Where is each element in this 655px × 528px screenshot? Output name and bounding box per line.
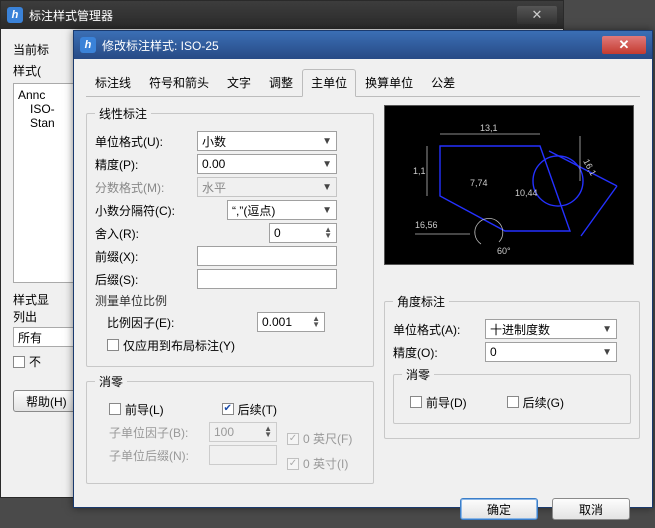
tab-symbols[interactable]: 符号和箭头 [140, 69, 218, 97]
zero-legend: 消零 [95, 373, 127, 390]
scale-spin[interactable]: 0.001 ▲▼ [257, 312, 325, 332]
sub-suffix-label: 子单位后缀(N): [95, 447, 203, 464]
tab-fit[interactable]: 调整 [260, 69, 302, 97]
ok-button[interactable]: 确定 [460, 498, 538, 520]
svg-text:1,1: 1,1 [413, 166, 426, 176]
spin-buttons[interactable]: ▲▼ [312, 316, 320, 328]
chevron-down-icon: ▼ [322, 136, 332, 147]
decimal-sep-combo[interactable]: “,”(逗点)▼ [227, 200, 337, 220]
tab-lines[interactable]: 标注线 [86, 69, 140, 97]
angle-prec-label: 精度(O): [393, 344, 479, 361]
trailing-checkbox[interactable]: ✔ 后续(T) [222, 401, 277, 418]
scale-label: 比例因子(E): [95, 314, 203, 331]
frac-format-combo: 水平▼ [197, 177, 337, 197]
precision-combo[interactable]: 0.00▼ [197, 154, 337, 174]
chevron-down-icon: ▼ [602, 324, 612, 335]
svg-text:13,1: 13,1 [480, 123, 498, 133]
layout-only-checkbox[interactable]: 仅应用到布局标注(Y) [107, 337, 235, 354]
sub-factor-label: 子单位因子(B): [95, 424, 203, 441]
spin-buttons: ▲▼ [264, 426, 272, 438]
unit-format-combo[interactable]: 小数▼ [197, 131, 337, 151]
app-icon: h [80, 37, 96, 53]
modify-dimstyle-dialog: h 修改标注样式: ISO-25 ✕ 标注线 符号和箭头 文字 调整 主单位 换… [73, 30, 653, 508]
dimension-preview: 13,1 1,1 16,1 7,74 10,44 16,56 60° [384, 105, 634, 265]
chevron-down-icon: ▼ [602, 347, 612, 358]
checkbox-box: ✓ [287, 458, 299, 470]
tab-primary-units[interactable]: 主单位 [302, 69, 356, 97]
tab-text[interactable]: 文字 [218, 69, 260, 97]
checkbox-box [410, 396, 422, 408]
prefix-input[interactable] [197, 246, 337, 266]
suffix-label: 后缀(S): [95, 271, 191, 288]
angle-prec-combo[interactable]: 0▼ [485, 342, 617, 362]
svg-text:60°: 60° [497, 246, 511, 256]
chevron-down-icon: ▼ [322, 205, 332, 216]
chevron-down-icon: ▼ [322, 159, 332, 170]
angle-group: 角度标注 单位格式(A): 十进制度数▼ 精度(O): 0▼ [384, 293, 640, 439]
precision-label: 精度(P): [95, 156, 191, 173]
list-filter-value: 所有 [18, 329, 42, 346]
linear-legend: 线性标注 [95, 105, 151, 122]
zero-suppress-group: 消零 前导(L) ✔ 后续(T) 子单位因子(B): [86, 373, 374, 484]
inches-checkbox: ✓ 0 英寸(I) [287, 455, 348, 472]
outer-close-button[interactable]: ✕ [517, 6, 557, 24]
angle-zero-group: 消零 前导(D) 后续(G) [393, 366, 631, 424]
dialog-footer: 确定 取消 [86, 490, 640, 520]
measurement-legend: 测量单位比例 [95, 292, 365, 309]
unit-format-label: 单位格式(U): [95, 133, 191, 150]
linear-group: 线性标注 单位格式(U): 小数▼ 精度(P): 0.00▼ [86, 105, 374, 367]
outer-titlebar: h 标注样式管理器 ✕ [1, 1, 563, 29]
outer-title-text: 标注样式管理器 [29, 7, 113, 24]
app-icon: h [7, 7, 23, 23]
checkbox-box [13, 356, 25, 368]
feet-checkbox: ✓ 0 英尺(F) [287, 430, 352, 447]
leading-checkbox[interactable]: 前导(L) [109, 401, 164, 418]
angle-legend: 角度标注 [393, 293, 449, 310]
roundoff-label: 舍入(R): [95, 225, 191, 242]
svg-text:7,74: 7,74 [470, 178, 488, 188]
close-button[interactable]: ✕ [602, 36, 646, 54]
decimal-sep-label: 小数分隔符(C): [95, 202, 191, 219]
svg-text:10,44: 10,44 [515, 188, 538, 198]
angle-unit-label: 单位格式(A): [393, 321, 479, 338]
prefix-label: 前缀(X): [95, 248, 191, 265]
checkbox-box [109, 403, 121, 415]
cancel-button[interactable]: 取消 [552, 498, 630, 520]
tab-alt-units[interactable]: 换算单位 [356, 69, 422, 97]
preview-svg: 13,1 1,1 16,1 7,74 10,44 16,56 60° [385, 106, 635, 266]
chevron-down-icon: ▼ [322, 182, 332, 193]
angle-trailing-checkbox[interactable]: 后续(G) [507, 394, 564, 411]
frac-format-label: 分数格式(M): [95, 179, 191, 196]
checkbox-box [507, 396, 519, 408]
roundoff-spin[interactable]: 0 ▲▼ [269, 223, 337, 243]
angle-zero-legend: 消零 [402, 366, 434, 383]
angle-leading-checkbox[interactable]: 前导(D) [410, 394, 467, 411]
sub-suffix-input [209, 445, 277, 465]
tab-tolerance[interactable]: 公差 [422, 69, 464, 97]
help-button[interactable]: 帮助(H) [13, 390, 80, 412]
angle-unit-combo[interactable]: 十进制度数▼ [485, 319, 617, 339]
inner-titlebar: h 修改标注样式: ISO-25 ✕ [74, 31, 652, 59]
svg-text:16,56: 16,56 [415, 220, 438, 230]
inner-title-text: 修改标注样式: ISO-25 [102, 37, 219, 54]
suffix-input[interactable] [197, 269, 337, 289]
checkbox-box [107, 339, 119, 351]
checkbox-box: ✓ [287, 433, 299, 445]
hide-label: 不 [29, 353, 41, 370]
spin-buttons[interactable]: ▲▼ [324, 227, 332, 239]
sub-factor-spin: 100 ▲▼ [209, 422, 277, 442]
tab-strip: 标注线 符号和箭头 文字 调整 主单位 换算单位 公差 [86, 69, 640, 97]
checkbox-box: ✔ [222, 403, 234, 415]
measurement-group: 测量单位比例 比例因子(E): 0.001 ▲▼ 仅应用到布局标注(Y) [95, 292, 365, 355]
